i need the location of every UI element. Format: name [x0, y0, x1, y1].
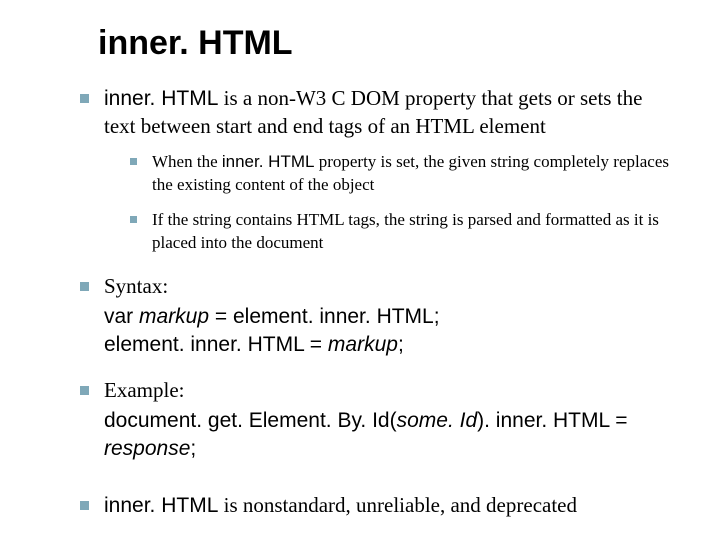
example-arg: some. Id [397, 409, 478, 432]
bullet-1: inner. HTML is a non-W3 C DOM property t… [80, 85, 672, 255]
bullet-4-text: is nonstandard, unreliable, and deprecat… [218, 493, 577, 517]
bullet-2-syntax: Syntax: var markup = element. inner. HTM… [80, 273, 672, 360]
example-semi: ; [190, 437, 196, 460]
syntax-line-2: element. inner. HTML = markup; [104, 331, 672, 359]
syntax-l1-em: markup [139, 305, 209, 328]
bullet-1a-pre: When the [152, 152, 222, 171]
bullet-1b-text: If the string contains HTML tags, the st… [152, 210, 659, 252]
example-paren-open: ( [390, 409, 397, 432]
bullet-3-label: Example: [104, 378, 184, 402]
syntax-l2-b: ; [398, 333, 404, 356]
example-block: document. get. Element. By. Id(some. Id)… [104, 407, 672, 464]
bullet-1a: When the inner. HTML property is set, th… [130, 151, 672, 197]
bullet-list-level2: When the inner. HTML property is set, th… [130, 151, 672, 255]
example-a: document. get. Element. By. Id [104, 409, 390, 432]
bullet-4-code: inner. HTML [104, 494, 218, 517]
syntax-l1-b: = element. inner. HTML; [209, 305, 440, 328]
bullet-2-label: Syntax: [104, 274, 168, 298]
syntax-line-1: var markup = element. inner. HTML; [104, 303, 672, 331]
syntax-l2-a: element. inner. HTML = [104, 333, 328, 356]
bullet-1b: If the string contains HTML tags, the st… [130, 209, 672, 255]
example-response: response [104, 437, 190, 460]
syntax-l2-em: markup [328, 333, 398, 356]
slide: inner. HTML inner. HTML is a non-W3 C DO… [0, 0, 720, 540]
bullet-4: inner. HTML is nonstandard, unreliable, … [80, 492, 672, 520]
syntax-block: var markup = element. inner. HTML; eleme… [104, 303, 672, 360]
bullet-1-code: inner. HTML [104, 87, 218, 110]
bullet-list-level1: inner. HTML is a non-W3 C DOM property t… [80, 85, 672, 520]
bullet-1a-code: inner. HTML [222, 152, 315, 171]
example-b: . inner. HTML = [484, 409, 627, 432]
bullet-3-example: Example: document. get. Element. By. Id(… [80, 377, 672, 464]
slide-title: inner. HTML [98, 24, 672, 63]
syntax-l1-a: var [104, 305, 139, 328]
